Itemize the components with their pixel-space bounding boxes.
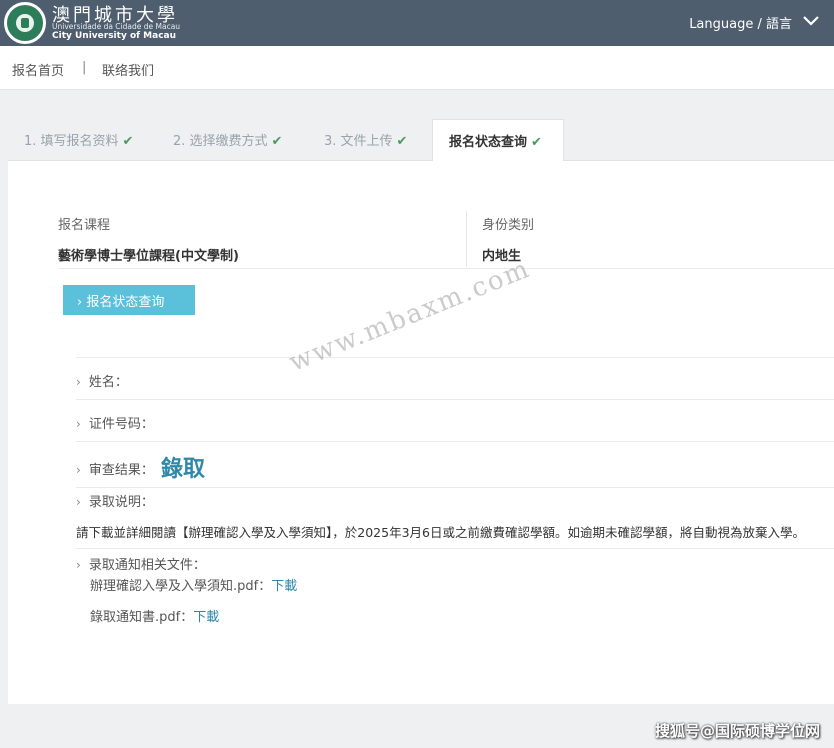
docs-label: 录取通知相关文件： xyxy=(88,558,206,573)
sub-navigation: 报名首页 | 联络我们 xyxy=(0,46,834,90)
university-logo-icon[interactable] xyxy=(4,2,46,44)
check-icon: ✔ xyxy=(396,134,408,149)
name-label: 姓名： xyxy=(88,375,128,390)
nav-home-link[interactable]: 报名首页 xyxy=(12,60,64,79)
chevron-down-icon[interactable] xyxy=(802,12,820,30)
file-item: 辦理確認入學及入學須知.pdf：下載 xyxy=(90,575,297,594)
tab-step-1[interactable]: 1. 填写报名资料 ✔ xyxy=(24,130,133,149)
download-link[interactable]: 下載 xyxy=(271,579,297,594)
course-value: 藝術學博士學位課程(中文學制) xyxy=(58,249,239,264)
tab-step-3[interactable]: 3. 文件上传 ✔ xyxy=(324,130,407,149)
result-row: › 审查结果： xyxy=(76,459,154,478)
step-2-label: 2. 选择缴费方式 xyxy=(173,134,268,149)
explain-label: 录取说明： xyxy=(88,495,154,510)
admission-notice: 請下載並詳細閱讀【辦理確認入學及入學須知】，於2025年3月6日或之前繳費確認學… xyxy=(76,525,805,540)
name-row: › 姓名： xyxy=(76,371,128,390)
row-divider xyxy=(76,487,834,488)
chevron-right-icon: › xyxy=(76,375,81,389)
id-row: › 证件号码： xyxy=(76,413,154,432)
step-1-label: 1. 填写报名资料 xyxy=(24,134,119,149)
file-name: 錄取通知書.pdf： xyxy=(90,610,194,625)
check-icon: ✔ xyxy=(531,135,542,150)
row-divider xyxy=(76,399,834,400)
step-4-label: 报名状态查询 xyxy=(449,135,528,150)
row-divider xyxy=(76,548,834,549)
status-query-button[interactable]: › 报名状态查询 xyxy=(63,285,195,315)
step-3-label: 3. 文件上传 xyxy=(324,134,393,149)
brand-name-en: City University of Macau xyxy=(52,31,177,41)
chevron-right-icon: › xyxy=(76,417,81,431)
docs-row: › 录取通知相关文件： xyxy=(76,554,206,573)
nav-separator: | xyxy=(82,60,87,75)
course-label: 报名课程 xyxy=(58,218,111,233)
field-divider xyxy=(466,211,467,267)
language-selector[interactable]: Language / 語言 xyxy=(689,13,792,32)
info-divider xyxy=(58,268,834,269)
chevron-right-icon: › xyxy=(76,495,81,509)
chevron-right-icon: › xyxy=(76,463,81,477)
row-divider xyxy=(76,357,834,358)
file-name: 辦理確認入學及入學須知.pdf： xyxy=(90,579,272,594)
top-header: 澳門城市大學 Universidade da Cidade de Macau C… xyxy=(0,0,834,46)
row-divider xyxy=(76,441,834,442)
download-link[interactable]: 下載 xyxy=(193,610,219,625)
brand-name-pt: Universidade da Cidade de Macau xyxy=(52,22,181,31)
tab-status-query[interactable]: 报名状态查询 ✔ xyxy=(432,119,564,161)
explain-row: › 录取说明： xyxy=(76,491,154,510)
identity-label: 身份类别 xyxy=(482,218,535,233)
logo-mark xyxy=(21,18,29,28)
check-icon: ✔ xyxy=(122,134,134,149)
check-icon: ✔ xyxy=(271,134,283,149)
file-item: 錄取通知書.pdf：下載 xyxy=(90,606,219,625)
footer-watermark: 搜狐号@国际硕博学位网 xyxy=(654,722,820,740)
result-value: 錄取 xyxy=(161,456,206,482)
nav-contact-link[interactable]: 联络我们 xyxy=(102,60,154,79)
id-label: 证件号码： xyxy=(88,417,154,432)
chevron-right-icon: › xyxy=(76,558,81,572)
tab-step-2[interactable]: 2. 选择缴费方式 ✔ xyxy=(173,130,282,149)
result-label: 审查结果： xyxy=(88,463,154,478)
